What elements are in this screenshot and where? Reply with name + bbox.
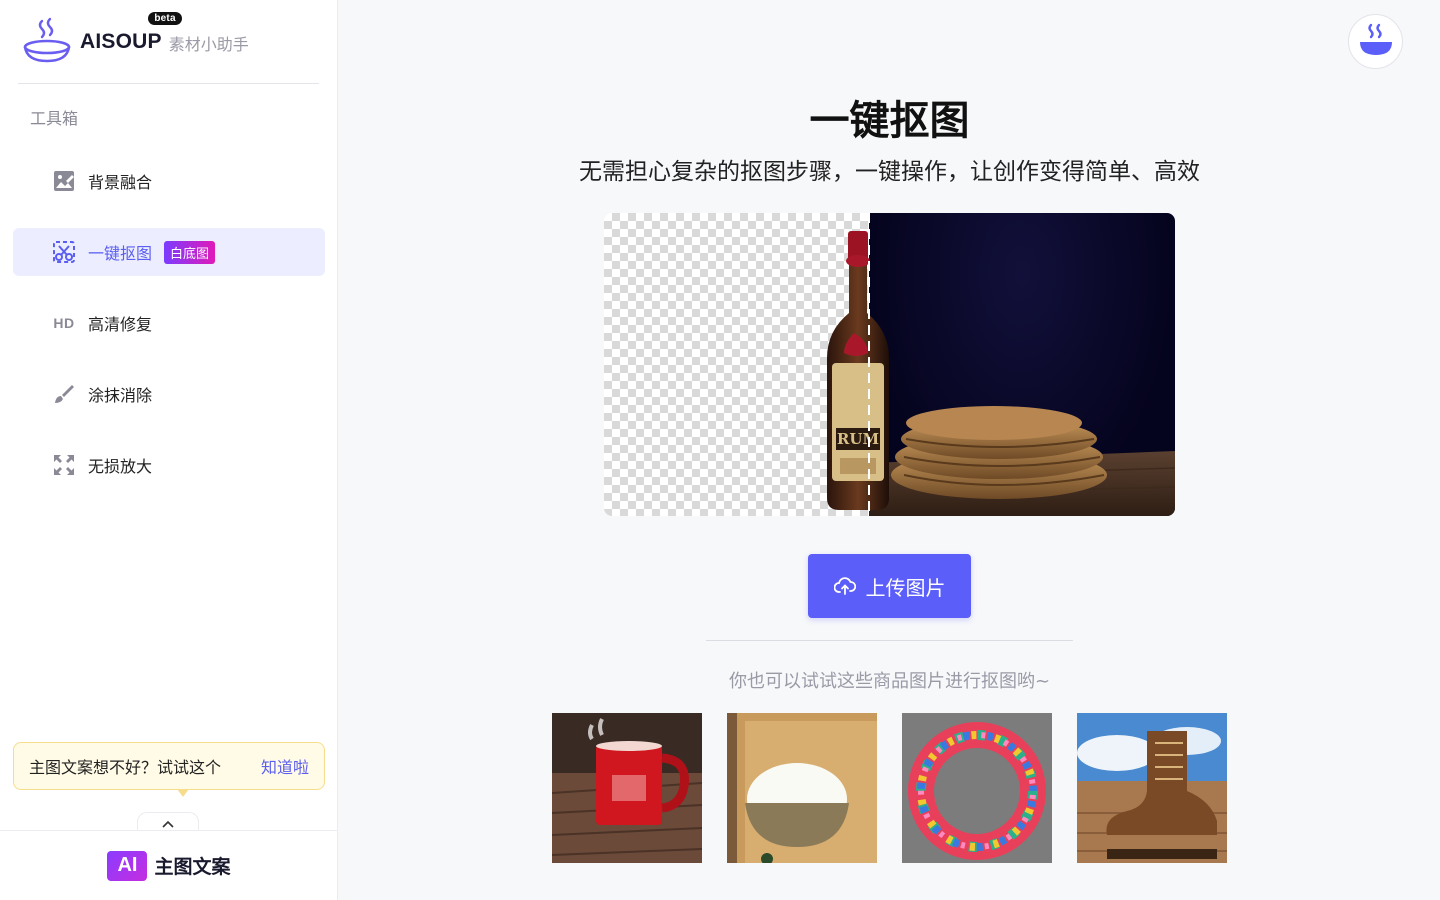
beta-badge: beta bbox=[148, 12, 182, 25]
sidebar-item-lossless-upscale[interactable]: 无损放大 bbox=[13, 441, 325, 489]
hd-icon: HD bbox=[51, 310, 77, 336]
sidebar-item-hd-restore[interactable]: HD 高清修复 bbox=[13, 299, 325, 347]
sidebar-item-label: 背景融合 bbox=[88, 173, 153, 192]
main-copy-label: 主图文案 bbox=[154, 856, 231, 878]
brand-name: AISOUP beta bbox=[80, 12, 182, 54]
hd-icon-text: HD bbox=[53, 315, 75, 331]
logo-divider bbox=[18, 83, 319, 84]
sample-hint: 你也可以试试这些商品图片进行抠图哟~ bbox=[728, 671, 1051, 692]
sidebar-item-label: 高清修复 bbox=[88, 315, 153, 334]
sidebar-item-one-click-cutout[interactable]: 一键抠图 白底图 bbox=[13, 228, 325, 276]
cloud-upload-icon bbox=[833, 577, 856, 595]
sidebar-item-smear-erase[interactable]: 涂抹消除 bbox=[13, 370, 325, 418]
soup-bowl-avatar-icon bbox=[1356, 20, 1396, 64]
sample-rice-bowl[interactable] bbox=[727, 713, 877, 863]
section-divider bbox=[706, 640, 1073, 641]
tool-menu: 背景融合 一键抠图 白底图 HD 高清修复 涂抹消除 无损放大 bbox=[13, 157, 325, 512]
sample-leather-boot[interactable] bbox=[1077, 713, 1227, 863]
image-edit-icon bbox=[51, 168, 77, 194]
upload-image-label: 上传图片 bbox=[865, 575, 946, 600]
page-subtitle: 无需担心复杂的抠图步骤，一键操作，让创作变得简单、高效 bbox=[579, 159, 1200, 185]
page-title: 一键抠图 bbox=[809, 98, 970, 144]
toolbox-title: 工具箱 bbox=[30, 109, 79, 128]
tip-arrow bbox=[177, 789, 189, 797]
brand-subtitle: 素材小助手 bbox=[168, 35, 249, 54]
collapse-toggle[interactable] bbox=[137, 812, 199, 831]
sidebar-item-label: 一键抠图 bbox=[88, 244, 153, 263]
sidebar-item-label: 涂抹消除 bbox=[88, 386, 153, 405]
sidebar-item-background-blend[interactable]: 背景融合 bbox=[13, 157, 325, 205]
tip-dismiss-link[interactable]: 知道啦 bbox=[261, 754, 309, 778]
white-background-badge: 白底图 bbox=[164, 240, 216, 264]
brand-name-text: AISOUP bbox=[80, 30, 162, 53]
cutout-demo-image: RUM bbox=[604, 213, 1175, 516]
sample-red-mug[interactable] bbox=[552, 713, 702, 863]
upload-image-button[interactable]: 上传图片 bbox=[808, 554, 971, 618]
sidebar: AISOUP beta 素材小助手 工具箱 背景融合 一键抠图 白底图 HD 高… bbox=[0, 0, 338, 900]
soup-bowl-logo-icon bbox=[22, 17, 72, 67]
user-avatar[interactable] bbox=[1348, 14, 1403, 69]
main-copy-entry[interactable]: AI 主图文案 bbox=[0, 830, 338, 900]
chevron-up-icon bbox=[162, 813, 174, 832]
expand-icon bbox=[51, 452, 77, 478]
demo-illustration: RUM bbox=[827, 213, 1175, 516]
brand-logo[interactable]: AISOUP beta 素材小助手 bbox=[22, 12, 249, 68]
feature-tip: 主图文案想不好？试试这个 知道啦 bbox=[13, 742, 325, 797]
sample-flower-wreath[interactable] bbox=[902, 713, 1052, 863]
sidebar-item-label: 无损放大 bbox=[88, 457, 153, 476]
tip-text: 主图文案想不好？试试这个 bbox=[29, 758, 222, 777]
ai-badge: AI bbox=[107, 850, 148, 881]
sample-images bbox=[552, 713, 1227, 863]
scissors-icon bbox=[51, 239, 77, 265]
brush-icon bbox=[51, 381, 77, 407]
bottle-label-text: RUM bbox=[837, 430, 879, 448]
